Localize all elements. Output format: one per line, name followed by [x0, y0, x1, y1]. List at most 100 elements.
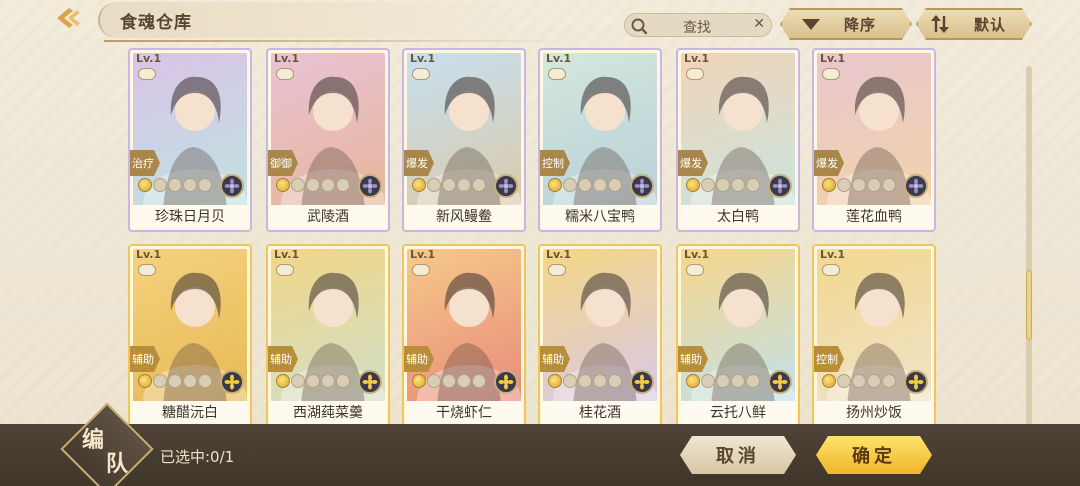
- lock-icon[interactable]: [548, 264, 566, 276]
- star-empty-icon: [837, 178, 851, 192]
- cancel-button[interactable]: 取消: [680, 436, 796, 474]
- lock-icon[interactable]: [138, 264, 156, 276]
- scrollbar-thumb[interactable]: [1026, 270, 1032, 340]
- star-filled-icon: [548, 178, 562, 192]
- food-soul-name: 糖醋沅白: [162, 405, 218, 421]
- food-soul-name: 新风鳗鲞: [436, 209, 492, 225]
- role-tag: 辅助: [268, 346, 298, 372]
- star-empty-icon: [457, 374, 471, 388]
- level-label: Lv.1: [136, 52, 162, 65]
- role-tag: 控制: [814, 346, 844, 372]
- star-empty-icon: [321, 178, 335, 192]
- food-soul-card[interactable]: Lv.1 辅助 糖醋沅白: [128, 244, 252, 428]
- level-label: Lv.1: [274, 248, 300, 261]
- lock-icon[interactable]: [822, 68, 840, 80]
- role-tag: 爆发: [678, 150, 708, 176]
- chevron-left-icon: [57, 8, 80, 28]
- star-empty-icon: [336, 374, 350, 388]
- food-soul-name: 云托八鲜: [710, 405, 766, 421]
- role-tag: 辅助: [130, 346, 160, 372]
- food-soul-name: 莲花血鸭: [846, 209, 902, 225]
- level-label: Lv.1: [274, 52, 300, 65]
- star-empty-icon: [306, 178, 320, 192]
- level-label: Lv.1: [546, 248, 572, 261]
- star-empty-icon: [183, 374, 197, 388]
- flower-emblem-icon: [494, 174, 518, 198]
- star-rating: [276, 374, 350, 390]
- name-plate: 云托八鲜: [681, 401, 795, 423]
- star-empty-icon: [731, 178, 745, 192]
- star-empty-icon: [716, 374, 730, 388]
- lock-icon[interactable]: [276, 264, 294, 276]
- food-soul-name: 西湖莼菜羹: [293, 405, 363, 421]
- star-empty-icon: [336, 178, 350, 192]
- lock-icon[interactable]: [548, 68, 566, 80]
- star-empty-icon: [578, 178, 592, 192]
- flower-emblem-icon: [630, 174, 654, 198]
- food-soul-name: 糯米八宝鸭: [565, 209, 635, 225]
- lock-icon[interactable]: [686, 264, 704, 276]
- food-soul-card[interactable]: Lv.1 辅助 桂花酒: [538, 244, 662, 428]
- name-plate: 莲花血鸭: [817, 205, 931, 227]
- role-tag: 辅助: [678, 346, 708, 372]
- food-soul-name: 珍珠日月贝: [155, 209, 225, 225]
- star-empty-icon: [731, 374, 745, 388]
- role-tag: 爆发: [404, 150, 434, 176]
- level-label: Lv.1: [820, 52, 846, 65]
- lock-icon[interactable]: [686, 68, 704, 80]
- food-soul-card[interactable]: Lv.1 辅助 干烧虾仁: [402, 244, 526, 428]
- flower-emblem-icon: [630, 370, 654, 394]
- star-filled-icon: [686, 178, 700, 192]
- name-plate: 珍珠日月贝: [133, 205, 247, 227]
- star-rating: [548, 374, 622, 390]
- lock-icon[interactable]: [412, 68, 430, 80]
- lock-icon[interactable]: [276, 68, 294, 80]
- level-label: Lv.1: [546, 52, 572, 65]
- star-empty-icon: [306, 374, 320, 388]
- food-soul-name: 干烧虾仁: [436, 405, 492, 421]
- star-rating: [412, 374, 486, 390]
- level-label: Lv.1: [410, 52, 436, 65]
- lock-icon[interactable]: [138, 68, 156, 80]
- role-tag: 爆发: [814, 150, 844, 176]
- food-soul-name: 武陵酒: [307, 209, 349, 225]
- flower-emblem-icon: [220, 174, 244, 198]
- team-label-1: 编: [82, 428, 105, 453]
- food-soul-name: 扬州炒饭: [846, 405, 902, 421]
- food-soul-card[interactable]: Lv.1 爆发 太白鸭: [676, 48, 800, 232]
- food-soul-card[interactable]: Lv.1 控制 扬州炒饭: [812, 244, 936, 428]
- food-soul-card[interactable]: Lv.1 辅助 西湖莼菜羹: [266, 244, 390, 428]
- role-tag: 治疗: [130, 150, 160, 176]
- sort-mode-label: 默认: [974, 15, 1007, 34]
- food-soul-card[interactable]: Lv.1 御御 武陵酒: [266, 48, 390, 232]
- food-soul-card[interactable]: Lv.1 控制 糯米八宝鸭: [538, 48, 662, 232]
- food-soul-name: 太白鸭: [717, 209, 759, 225]
- level-label: Lv.1: [820, 248, 846, 261]
- food-soul-name: 桂花酒: [579, 405, 621, 421]
- star-filled-icon: [686, 374, 700, 388]
- food-soul-card[interactable]: Lv.1 爆发 莲花血鸭: [812, 48, 936, 232]
- star-empty-icon: [867, 374, 881, 388]
- star-empty-icon: [563, 178, 577, 192]
- star-empty-icon: [852, 178, 866, 192]
- back-button[interactable]: [48, 4, 88, 32]
- star-rating: [276, 178, 350, 194]
- name-plate: 太白鸭: [681, 205, 795, 227]
- food-soul-grid: Lv.1 治疗 珍珠日月贝 Lv.1 御御 武陵酒 Lv.1 爆发 新风鳗鲞 L…: [128, 0, 948, 430]
- star-empty-icon: [472, 178, 486, 192]
- confirm-button[interactable]: 确定: [816, 436, 932, 474]
- scrollbar[interactable]: [1026, 66, 1032, 426]
- star-rating: [138, 374, 212, 390]
- star-filled-icon: [412, 178, 426, 192]
- star-empty-icon: [427, 178, 441, 192]
- role-tag: 辅助: [404, 346, 434, 372]
- food-soul-card[interactable]: Lv.1 爆发 新风鳗鲞: [402, 48, 526, 232]
- star-empty-icon: [457, 178, 471, 192]
- flower-emblem-icon: [494, 370, 518, 394]
- name-plate: 桂花酒: [543, 401, 657, 423]
- lock-icon[interactable]: [822, 264, 840, 276]
- lock-icon[interactable]: [412, 264, 430, 276]
- food-soul-card[interactable]: Lv.1 辅助 云托八鲜: [676, 244, 800, 428]
- team-label-2: 队: [106, 452, 129, 477]
- food-soul-card[interactable]: Lv.1 治疗 珍珠日月贝: [128, 48, 252, 232]
